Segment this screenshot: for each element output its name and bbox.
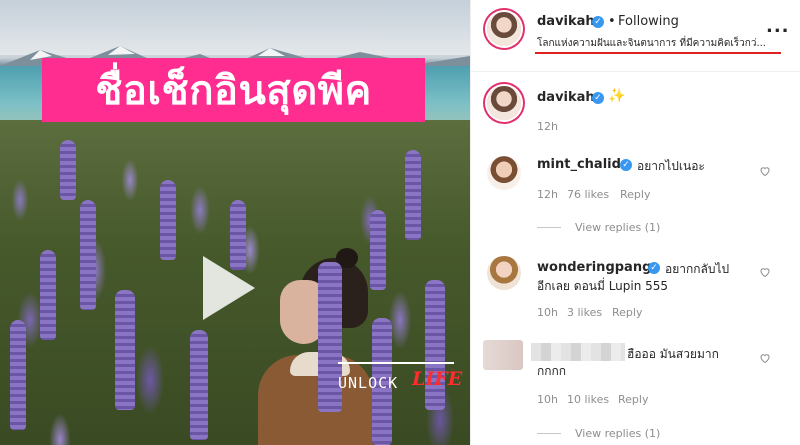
verified-badge-icon: ✓ xyxy=(592,92,604,104)
watermark-line xyxy=(338,362,454,364)
comment-likes[interactable]: 76 likes xyxy=(567,188,609,201)
comment-time: 10h xyxy=(537,393,558,406)
lupin-flower xyxy=(115,290,135,410)
caption-avatar[interactable] xyxy=(487,86,521,120)
play-icon[interactable] xyxy=(203,256,255,320)
more-options-icon[interactable]: ... xyxy=(766,16,790,37)
verified-badge-icon: ✓ xyxy=(620,159,632,171)
lupin-flower xyxy=(40,250,56,340)
reply-button[interactable]: Reply xyxy=(618,393,648,406)
comment-text: อยากกลับไป xyxy=(665,262,730,276)
avatar[interactable] xyxy=(487,12,521,46)
lupin-flower xyxy=(160,180,176,260)
comment-avatar[interactable] xyxy=(487,156,521,190)
verified-badge-icon: ✓ xyxy=(592,16,604,28)
lupin-flower xyxy=(10,320,26,430)
heart-icon[interactable] xyxy=(759,266,771,278)
lupin-flower xyxy=(370,210,386,290)
comment-username-blurred[interactable] xyxy=(531,343,625,361)
following-button[interactable]: Following xyxy=(618,14,679,29)
view-replies-line xyxy=(537,433,561,434)
post-media[interactable]: ชื่อเช็กอินสุดพีค UNLOCK LIFE xyxy=(0,0,470,445)
comment-text-line2: อีกเลย ดอนมี่ Lupin 555 xyxy=(537,279,669,293)
lupin-flower xyxy=(405,150,421,240)
comment-text: ฮือออ มันสวยมาก xyxy=(627,347,719,361)
lupin-flower xyxy=(80,200,96,310)
header-username[interactable]: davikah xyxy=(537,14,595,29)
watermark: UNLOCK LIFE xyxy=(338,362,462,396)
comment-avatar[interactable] xyxy=(487,256,521,290)
lupin-flower xyxy=(190,330,208,440)
comment-username[interactable]: wonderingpango xyxy=(537,260,660,275)
heart-icon[interactable] xyxy=(759,352,771,364)
watermark-text-a: UNLOCK xyxy=(338,374,399,392)
comment-likes[interactable]: 3 likes xyxy=(567,306,602,319)
overlay-title-box: ชื่อเช็กอินสุดพีค xyxy=(42,58,425,122)
verified-badge-icon: ✓ xyxy=(648,262,660,274)
comment-time: 10h xyxy=(537,306,558,319)
lupin-flower xyxy=(60,140,76,200)
post-header: davikah ✓ • Following โลกแห่งความฝันและจ… xyxy=(471,0,800,72)
comment-avatar-blurred[interactable] xyxy=(483,340,523,370)
comment-username[interactable]: mint_chalida xyxy=(537,157,630,172)
comment-text-line2: กกกก xyxy=(537,364,567,378)
reply-button[interactable]: Reply xyxy=(620,188,650,201)
post-side-panel: davikah ✓ • Following โลกแห่งความฝันและจ… xyxy=(470,0,800,445)
header-bio: โลกแห่งความฝันและจินตนาการ ที่มีความคิดเ… xyxy=(537,38,766,49)
comment-time: 12h xyxy=(537,188,558,201)
view-replies-button[interactable]: View replies (1) xyxy=(575,221,660,234)
view-replies-button[interactable]: View replies (1) xyxy=(575,427,660,440)
overlay-title: ชื่อเช็กอินสุดพีค xyxy=(95,68,372,114)
reply-button[interactable]: Reply xyxy=(612,306,642,319)
view-replies-line xyxy=(537,227,561,228)
comment-text: อยากไปเนอะ xyxy=(637,159,705,173)
separator-dot: • xyxy=(608,14,616,29)
comment-likes[interactable]: 10 likes xyxy=(567,393,609,406)
caption-username[interactable]: davikah xyxy=(537,90,595,105)
watermark-text-b: LIFE xyxy=(412,368,463,390)
caption-emoji: ✨ xyxy=(608,88,626,104)
bio-underline xyxy=(535,52,781,54)
caption-time: 12h xyxy=(537,120,558,133)
heart-icon[interactable] xyxy=(759,165,771,177)
